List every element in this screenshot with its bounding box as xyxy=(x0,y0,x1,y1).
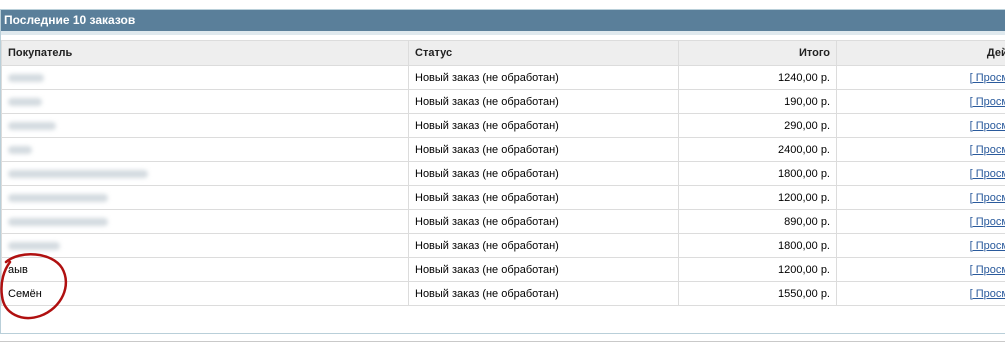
customer-cell-redacted xyxy=(1,209,409,234)
total-cell: 1200,00 р. xyxy=(678,185,837,210)
customer-cell: Семён xyxy=(1,281,409,306)
view-order-link[interactable]: [ Просмотр xyxy=(970,216,1005,228)
customer-cell-redacted xyxy=(1,113,409,138)
table-row: Новый заказ (не обработан) 2400,00 р. [ … xyxy=(1,137,1005,162)
status-cell: Новый заказ (не обработан) xyxy=(408,113,679,138)
action-cell: [ Просмотр xyxy=(836,113,1005,138)
table-row: Новый заказ (не обработан) 1800,00 р. [ … xyxy=(1,161,1005,186)
table-row: Новый заказ (не обработан) 1200,00 р. [ … xyxy=(1,185,1005,210)
customer-cell-redacted xyxy=(1,137,409,162)
status-cell: Новый заказ (не обработан) xyxy=(408,161,679,186)
column-header-customer: Покупатель xyxy=(1,40,409,66)
view-order-link[interactable]: [ Просмотр xyxy=(970,120,1005,132)
table-header-row: Покупатель Статус Итого Действ xyxy=(1,40,1005,66)
view-order-link[interactable]: [ Просмотр xyxy=(970,144,1005,156)
table-row: Новый заказ (не обработан) 1800,00 р. [ … xyxy=(1,233,1005,258)
action-cell: [ Просмотр xyxy=(836,65,1005,90)
action-cell: [ Просмотр xyxy=(836,281,1005,306)
status-cell: Новый заказ (не обработан) xyxy=(408,137,679,162)
column-header-status: Статус xyxy=(408,40,679,66)
status-cell: Новый заказ (не обработан) xyxy=(408,233,679,258)
customer-cell-redacted xyxy=(1,185,409,210)
action-cell: [ Просмотр xyxy=(836,137,1005,162)
status-cell: Новый заказ (не обработан) xyxy=(408,209,679,234)
status-cell: Новый заказ (не обработан) xyxy=(408,281,679,306)
total-cell: 290,00 р. xyxy=(678,113,837,138)
total-cell: 1800,00 р. xyxy=(678,161,837,186)
view-order-link[interactable]: [ Просмотр xyxy=(970,96,1005,108)
column-header-total: Итого xyxy=(678,40,837,66)
table-row: Семён Новый заказ (не обработан) 1550,00… xyxy=(1,281,1005,306)
total-cell: 1240,00 р. xyxy=(678,65,837,90)
table-row: Новый заказ (не обработан) 290,00 р. [ П… xyxy=(1,113,1005,138)
view-order-link[interactable]: [ Просмотр xyxy=(970,168,1005,180)
customer-cell-redacted xyxy=(1,65,409,90)
total-cell: 1200,00 р. xyxy=(678,257,837,282)
customer-cell-redacted xyxy=(1,233,409,258)
table-row: Новый заказ (не обработан) 1240,00 р. [ … xyxy=(1,65,1005,90)
table-row: Новый заказ (не обработан) 890,00 р. [ П… xyxy=(1,209,1005,234)
view-order-link[interactable]: [ Просмотр xyxy=(970,240,1005,252)
column-header-action: Действ xyxy=(836,40,1005,66)
status-cell: Новый заказ (не обработан) xyxy=(408,89,679,114)
customer-cell-redacted xyxy=(1,161,409,186)
action-cell: [ Просмотр xyxy=(836,185,1005,210)
action-cell: [ Просмотр xyxy=(836,257,1005,282)
table-row: Новый заказ (не обработан) 190,00 р. [ П… xyxy=(1,89,1005,114)
header-divider xyxy=(1,31,1005,35)
total-cell: 1800,00 р. xyxy=(678,233,837,258)
action-cell: [ Просмотр xyxy=(836,161,1005,186)
total-cell: 2400,00 р. xyxy=(678,137,837,162)
action-cell: [ Просмотр xyxy=(836,209,1005,234)
bottom-divider xyxy=(0,341,1005,342)
total-cell: 890,00 р. xyxy=(678,209,837,234)
view-order-link[interactable]: [ Просмотр xyxy=(970,264,1005,276)
panel-title: Последние 10 заказов xyxy=(1,10,1005,31)
customer-cell-redacted xyxy=(1,89,409,114)
view-order-link[interactable]: [ Просмотр xyxy=(970,192,1005,204)
table-row: аыв Новый заказ (не обработан) 1200,00 р… xyxy=(1,257,1005,282)
status-cell: Новый заказ (не обработан) xyxy=(408,257,679,282)
view-order-link[interactable]: [ Просмотр xyxy=(970,288,1005,300)
orders-table: Покупатель Статус Итого Действ Новый зак… xyxy=(1,40,1005,306)
customer-cell: аыв xyxy=(1,257,409,282)
status-cell: Новый заказ (не обработан) xyxy=(408,65,679,90)
view-order-link[interactable]: [ Просмотр xyxy=(970,72,1005,84)
status-cell: Новый заказ (не обработан) xyxy=(408,185,679,210)
action-cell: [ Просмотр xyxy=(836,89,1005,114)
total-cell: 190,00 р. xyxy=(678,89,837,114)
total-cell: 1550,00 р. xyxy=(678,281,837,306)
recent-orders-panel: Последние 10 заказов Покупатель Статус И… xyxy=(0,9,1005,334)
action-cell: [ Просмотр xyxy=(836,233,1005,258)
